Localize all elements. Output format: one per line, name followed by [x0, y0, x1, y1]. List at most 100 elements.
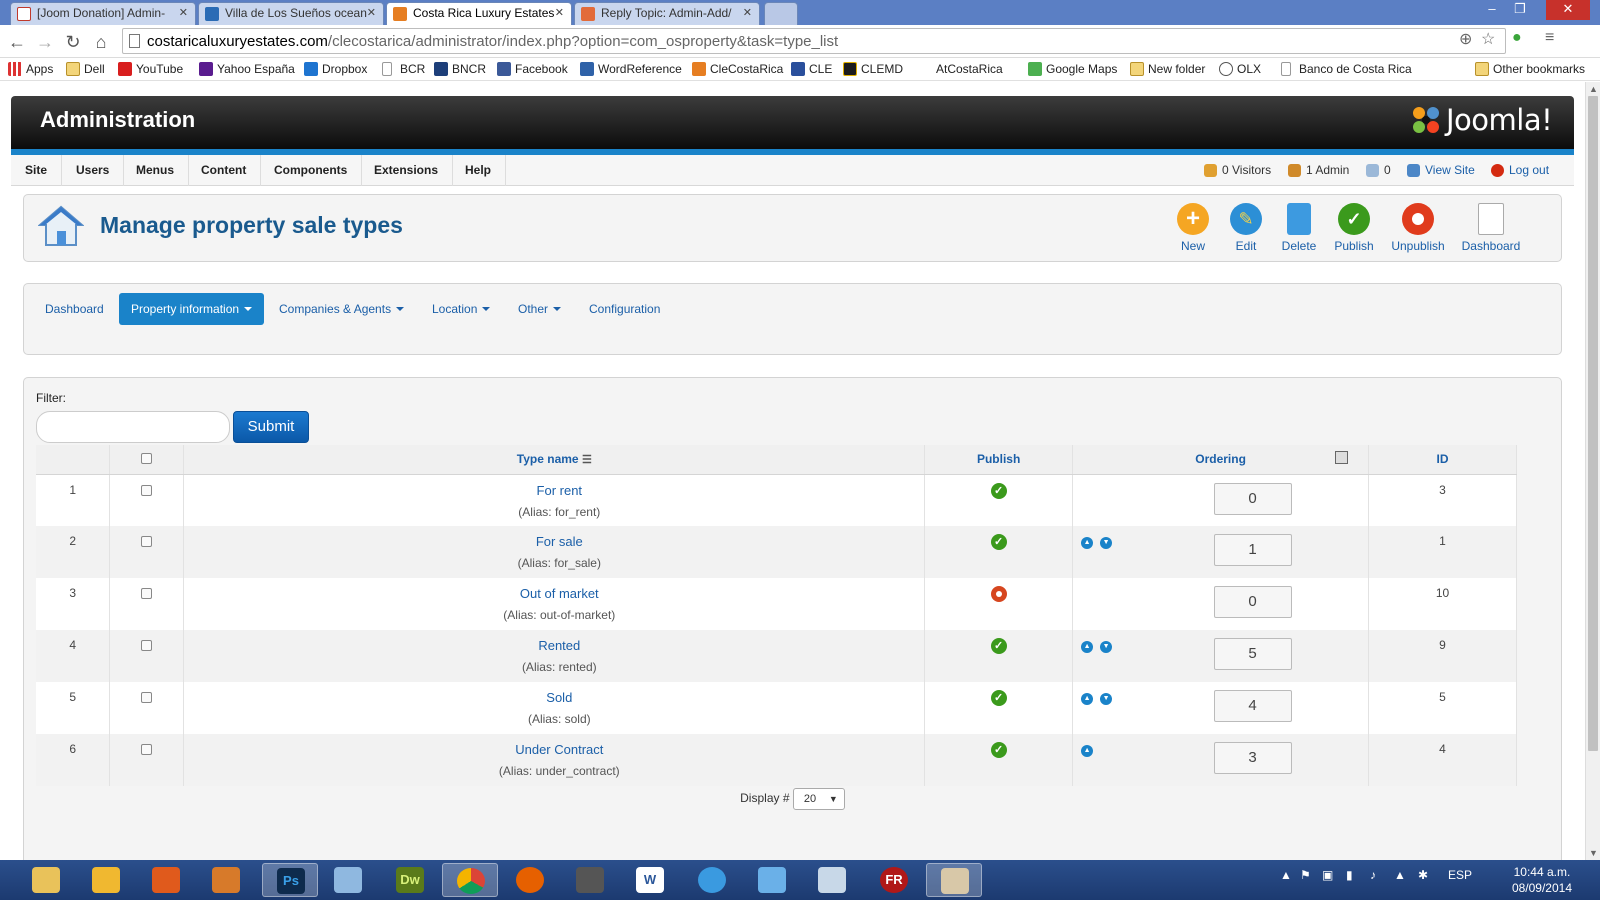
taskbar-paint[interactable]: [926, 863, 982, 897]
submenu-dashboard[interactable]: Dashboard: [33, 293, 116, 325]
ordering-input[interactable]: 3: [1213, 742, 1292, 774]
language-indicator[interactable]: ESP: [1448, 868, 1472, 882]
taskbar-scanner[interactable]: [562, 863, 618, 897]
ordering-input[interactable]: 4: [1213, 690, 1292, 722]
scroll-up-icon[interactable]: ▲: [1589, 84, 1598, 94]
taskbar-photoshop[interactable]: Ps: [262, 863, 318, 897]
submit-button[interactable]: Submit: [233, 411, 309, 443]
publish-button[interactable]: ✓ Publish: [1322, 203, 1386, 253]
taskbar-chrome[interactable]: [442, 863, 498, 897]
unpublished-icon[interactable]: [990, 586, 1007, 602]
bookmark-bncr[interactable]: BNCR: [434, 62, 486, 76]
taskbar-calculator[interactable]: [804, 863, 860, 897]
bookmark-atcostarica[interactable]: AtCostaRica: [936, 62, 1003, 76]
taskbar-notepad[interactable]: [320, 863, 376, 897]
tray-drive-icon[interactable]: ▲: [1394, 868, 1406, 882]
dashboard-button[interactable]: Dashboard: [1459, 203, 1523, 253]
submenu-other[interactable]: Other: [506, 293, 573, 325]
ordering-input[interactable]: 0: [1213, 586, 1292, 618]
ordering-input[interactable]: 0: [1213, 482, 1292, 515]
forward-arrow-icon[interactable]: →: [34, 31, 56, 53]
row-checkbox[interactable]: [141, 588, 153, 599]
messages-status[interactable]: 0: [1366, 155, 1391, 186]
id-header[interactable]: ID: [1368, 445, 1517, 475]
row-checkbox[interactable]: [141, 536, 153, 547]
new-tab-button[interactable]: [764, 2, 798, 25]
published-check-icon[interactable]: ✓: [990, 690, 1007, 706]
bookmark-apps[interactable]: Apps: [8, 62, 53, 76]
menu-users[interactable]: Users: [62, 155, 125, 186]
menu-menus[interactable]: Menus: [122, 155, 190, 186]
menu-components[interactable]: Components: [260, 155, 363, 186]
taskbar-office[interactable]: [138, 863, 194, 897]
restore-icon[interactable]: ❐: [1506, 0, 1534, 20]
bookmark-bcr[interactable]: BCR: [382, 62, 425, 76]
close-tab-icon[interactable]: ✕: [179, 6, 188, 19]
bookmark-youtube[interactable]: YouTube: [118, 62, 183, 76]
bookmark-dropbox[interactable]: Dropbox: [304, 62, 367, 76]
taskbar-word[interactable]: W: [622, 863, 678, 897]
move-up-icon[interactable]: ▲: [1081, 745, 1094, 757]
close-tab-icon[interactable]: ✕: [743, 6, 752, 19]
ordering-header[interactable]: Ordering: [1072, 445, 1370, 475]
type-name-header[interactable]: Type name ☰: [183, 445, 926, 475]
bookmark-banco-costa-rica[interactable]: Banco de Costa Rica: [1281, 62, 1412, 76]
filter-input[interactable]: [36, 411, 230, 443]
extension-icon[interactable]: ●: [1512, 29, 1522, 47]
bookmark-google-maps[interactable]: Google Maps: [1028, 62, 1117, 76]
taskbar-clock[interactable]: 10:44 a.m. 08/09/2014: [1512, 864, 1572, 896]
bookmark-olx[interactable]: OLX: [1219, 62, 1261, 76]
view-site-link[interactable]: View Site: [1407, 155, 1475, 186]
submenu-companies-agents[interactable]: Companies & Agents: [267, 293, 416, 325]
menu-site[interactable]: Site: [11, 155, 63, 186]
taskbar-firefox[interactable]: [502, 863, 558, 897]
browser-tab-costa-rica[interactable]: Costa Rica Luxury Estates ✕: [386, 2, 572, 26]
row-checkbox[interactable]: [141, 484, 153, 496]
close-tab-icon[interactable]: ✕: [555, 6, 564, 19]
published-check-icon[interactable]: ✓: [990, 638, 1007, 654]
row-checkbox[interactable]: [141, 640, 153, 651]
tray-flag-icon[interactable]: ⚑: [1300, 868, 1311, 882]
published-check-icon[interactable]: ✓: [990, 482, 1007, 499]
ordering-input[interactable]: 1: [1213, 534, 1292, 566]
move-up-icon[interactable]: ▲: [1081, 537, 1094, 549]
submenu-property-information[interactable]: Property information: [119, 293, 265, 325]
bookmark-clecostarica[interactable]: CleCostaRica: [692, 62, 783, 76]
taskbar-network[interactable]: [744, 863, 800, 897]
minimize-icon[interactable]: –: [1478, 0, 1506, 20]
menu-content[interactable]: Content: [187, 155, 262, 186]
type-name-link[interactable]: For rent: [194, 483, 924, 498]
menu-help[interactable]: Help: [451, 155, 507, 186]
bookmark-dell[interactable]: Dell: [66, 62, 105, 76]
type-name-link[interactable]: Under Contract: [194, 742, 924, 757]
move-up-icon[interactable]: ▲: [1081, 641, 1094, 653]
move-down-icon[interactable]: ▼: [1100, 693, 1113, 705]
submenu-location[interactable]: Location: [420, 293, 502, 325]
browser-tab-joom-donation[interactable]: [Joom Donation] Admin- ✕: [10, 2, 196, 25]
bookmark-star-icon[interactable]: ☆: [1481, 29, 1495, 49]
move-down-icon[interactable]: ▼: [1100, 537, 1113, 549]
menu-extensions[interactable]: Extensions: [360, 155, 454, 186]
move-up-icon[interactable]: ▲: [1081, 693, 1094, 705]
scroll-down-icon[interactable]: ▼: [1589, 848, 1598, 858]
home-icon[interactable]: ⌂: [90, 31, 112, 53]
taskbar-dreamweaver[interactable]: Dw: [382, 863, 438, 897]
tray-tool-icon[interactable]: ✱: [1418, 868, 1428, 882]
close-tab-icon[interactable]: ✕: [367, 6, 376, 19]
page-scrollbar[interactable]: ▲ ▼: [1585, 82, 1600, 860]
bookmark-wordreference[interactable]: WordReference: [580, 62, 682, 76]
tray-expand-icon[interactable]: ▲: [1280, 868, 1292, 882]
back-arrow-icon[interactable]: ←: [6, 31, 28, 53]
select-all-checkbox[interactable]: [141, 453, 153, 465]
logout-link[interactable]: Log out: [1491, 155, 1549, 186]
move-down-icon[interactable]: ▼: [1100, 641, 1113, 653]
taskbar-illustrator[interactable]: [198, 863, 254, 897]
scrollbar-thumb[interactable]: [1588, 96, 1598, 751]
published-check-icon[interactable]: ✓: [990, 534, 1007, 550]
row-checkbox[interactable]: [141, 692, 153, 703]
published-check-icon[interactable]: ✓: [990, 742, 1007, 758]
window-close-icon[interactable]: ✕: [1546, 0, 1590, 20]
browser-tab-reply-topic[interactable]: Reply Topic: Admin-Add/ ✕: [574, 2, 760, 25]
ordering-input[interactable]: 5: [1213, 638, 1292, 670]
bookmark-facebook[interactable]: Facebook: [497, 62, 568, 76]
